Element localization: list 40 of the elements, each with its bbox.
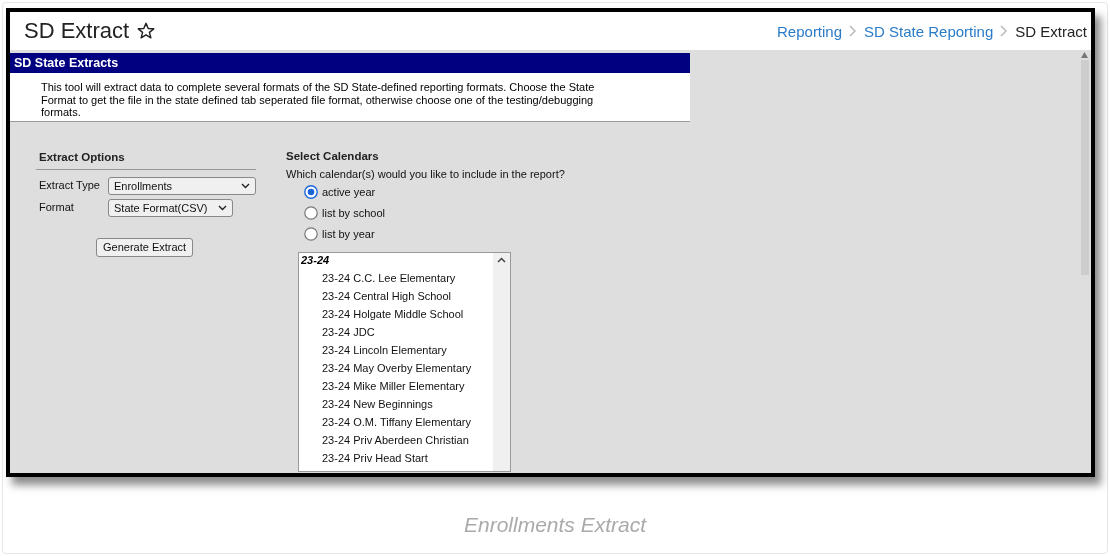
group-header: 23-24 <box>301 253 331 268</box>
radio-button[interactable] <box>304 206 318 220</box>
list-item[interactable]: 23-24 JDC <box>301 322 491 341</box>
breadcrumb-link[interactable]: SD Extract <box>1015 22 1087 40</box>
dropdown[interactable]: Enrollments <box>108 176 256 195</box>
chevron-icon <box>848 25 859 37</box>
radio-label: list by year <box>322 228 375 240</box>
description-text: This tool will extract data to complete several formats of the SD State-defined reporting formats. Choose the State Format to get the file in the state defined tab seperated file format, otherwise choose one of the testing/debugging formats. <box>40 80 596 120</box>
list-item[interactable]: 23-24 Priv Aberdeen Christian <box>301 430 491 449</box>
section-heading: Select Calendars <box>286 149 380 162</box>
question-text: Which calendar(s) would you like to include in the report? <box>286 167 565 180</box>
image-caption: Enrollments Extract <box>462 513 648 537</box>
list-item[interactable]: 23-24 Holgate Middle School <box>301 304 491 323</box>
caret-icon <box>217 204 227 211</box>
list-item[interactable]: 23-24 New Beginnings <box>301 394 491 413</box>
list-item[interactable]: 23-24 Priv Head Start <box>301 448 491 467</box>
calendar-list[interactable] <box>298 251 511 472</box>
list-item[interactable]: 23-24 Lincoln Elementary <box>301 340 491 359</box>
generate-extract-button[interactable]: Generate Extract <box>96 237 194 257</box>
dropdown[interactable]: State Format(CSV) <box>108 198 233 217</box>
breadcrumb-link[interactable]: Reporting <box>777 22 843 40</box>
list-item[interactable]: 23-24 May Overby Elementary <box>301 358 491 377</box>
list-item[interactable]: 23-24 C.C. Lee Elementary <box>301 268 491 287</box>
page-title: SD Extract <box>24 18 130 44</box>
radio-button[interactable] <box>304 185 318 199</box>
list-item[interactable]: 23-24 Mike Miller Elementary <box>301 376 491 395</box>
section-heading: Extract Options <box>36 147 256 170</box>
chevron-icon <box>999 25 1010 37</box>
breadcrumb-link[interactable]: SD State Reporting <box>864 22 994 40</box>
field-label: Format <box>39 199 75 213</box>
radio-label: active year <box>322 186 376 198</box>
caret-icon <box>241 182 250 189</box>
list-item[interactable]: 23-24 Central High School <box>301 286 491 305</box>
field-label: Extract Type <box>39 177 101 191</box>
radio-button[interactable] <box>304 227 318 241</box>
radio-label: list by school <box>322 207 385 219</box>
panel-title-bar: SD State Extracts <box>10 53 690 73</box>
star-icon[interactable] <box>137 22 156 40</box>
list-item[interactable]: 23-24 O.M. Tiffany Elementary <box>301 412 491 431</box>
scroll-up-icon[interactable] <box>497 256 506 263</box>
